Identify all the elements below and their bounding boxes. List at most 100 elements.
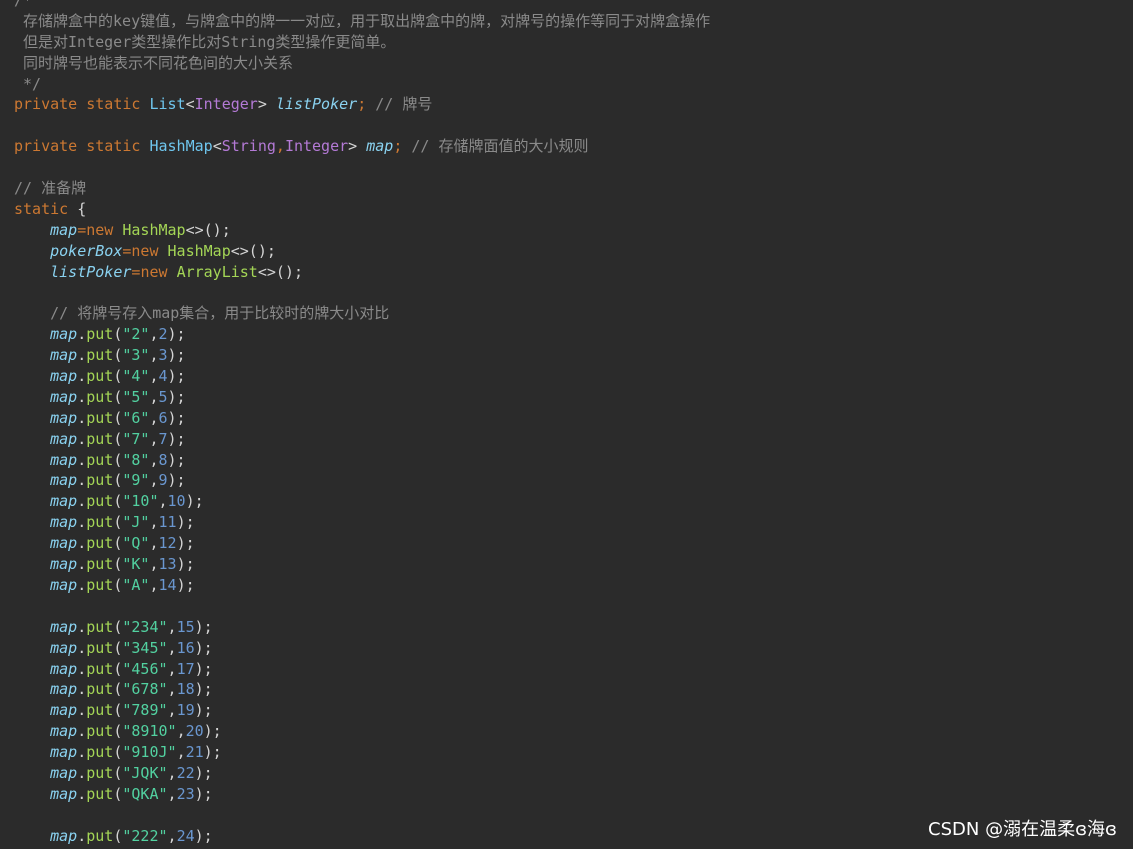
code-line-put: map.put("678",18);	[14, 679, 1133, 700]
string-literal: "910J"	[122, 743, 177, 762]
number-literal: 19	[176, 701, 195, 720]
punctuation: );	[167, 408, 186, 427]
punctuation: .	[77, 743, 87, 762]
generic-type: Integer	[194, 95, 258, 114]
field-name: map	[50, 784, 78, 803]
method-name: put	[86, 555, 114, 574]
code-line-init: listPoker=new ArrayList<>();	[14, 262, 1133, 283]
punctuation: ,	[167, 659, 177, 678]
punctuation: .	[77, 325, 87, 344]
punctuation: ,	[149, 387, 159, 406]
code-line-put: map.put("234",15);	[14, 617, 1133, 638]
number-literal: 22	[176, 763, 195, 782]
punctuation: ,	[176, 743, 186, 762]
keyword: static	[86, 137, 141, 156]
string-literal: "234"	[122, 617, 168, 636]
code-line-put: map.put("345",16);	[14, 638, 1133, 659]
code-line-init: pokerBox=new HashMap<>();	[14, 241, 1133, 262]
generic-type: String	[221, 137, 276, 156]
string-literal: "4"	[122, 367, 150, 386]
code-line-put: map.put("8910",20);	[14, 721, 1133, 742]
punctuation: .	[77, 471, 87, 490]
punctuation: ,	[149, 534, 159, 553]
punctuation: );	[167, 367, 186, 386]
method-name: put	[86, 387, 114, 406]
punctuation: ,	[167, 701, 177, 720]
field-name: map	[50, 680, 78, 699]
code-line-put: map.put("4",4);	[14, 366, 1133, 387]
punctuation: .	[77, 638, 87, 657]
string-literal: "JQK"	[122, 763, 168, 782]
punctuation: );	[194, 701, 213, 720]
string-literal: "8910"	[122, 722, 177, 741]
punctuation: ,	[149, 346, 159, 365]
string-literal: "Q"	[122, 534, 150, 553]
field-name: map	[50, 659, 78, 678]
number-literal: 7	[158, 429, 168, 448]
put-statements-group: map.put("2",2); map.put("3",3); map.put(…	[14, 324, 1133, 596]
punctuation: .	[77, 617, 87, 636]
keyword: new	[140, 262, 168, 281]
code-line-put: map.put("3",3);	[14, 345, 1133, 366]
number-literal: 8	[158, 450, 168, 469]
field-name: map	[50, 743, 78, 762]
method-name: put	[86, 680, 114, 699]
field-name: map	[50, 826, 78, 845]
field-name: map	[50, 638, 78, 657]
number-literal: 20	[185, 722, 204, 741]
field-name: map	[50, 346, 78, 365]
semicolon: ;	[393, 137, 403, 156]
punctuation: >	[348, 137, 358, 156]
method-name: put	[86, 617, 114, 636]
punctuation: );	[176, 555, 195, 574]
punctuation: <>();	[185, 220, 231, 239]
brace: {	[77, 199, 87, 218]
method-name: put	[86, 325, 114, 344]
punctuation: ,	[275, 137, 285, 156]
field-name: map	[50, 325, 78, 344]
code-line-put: map.put("QKA",23);	[14, 784, 1133, 805]
punctuation: ,	[158, 492, 168, 511]
method-name: put	[86, 743, 114, 762]
code-line-put: map.put("910J",21);	[14, 742, 1133, 763]
string-literal: "J"	[122, 513, 150, 532]
code-line-listpoker-decl: private static List<Integer> listPoker; …	[14, 94, 1133, 115]
csdn-watermark: CSDN @溺在温柔ɞ海ɞ	[928, 819, 1117, 840]
punctuation: );	[176, 513, 195, 532]
method-name: put	[86, 659, 114, 678]
punctuation: ,	[149, 367, 159, 386]
punctuation: ,	[176, 722, 186, 741]
punctuation: .	[77, 429, 87, 448]
punctuation: );	[194, 826, 213, 845]
comment-close: */	[14, 74, 42, 93]
field-name: map	[50, 763, 78, 782]
punctuation: ,	[149, 408, 159, 427]
code-editor[interactable]: /* 存储牌盒中的key键值，与牌盒中的牌一一对应，用于取出牌盒中的牌，对牌号的…	[14, 0, 1133, 847]
comment-line: 存储牌盒中的key键值，与牌盒中的牌一一对应，用于取出牌盒中的牌，对牌号的操作等…	[14, 11, 711, 30]
punctuation: .	[77, 722, 87, 741]
punctuation: );	[167, 387, 186, 406]
punctuation: );	[176, 534, 195, 553]
keyword: new	[131, 241, 159, 260]
punctuation: ,	[167, 638, 177, 657]
field-name: map	[50, 492, 78, 511]
punctuation: .	[77, 346, 87, 365]
code-line-put: map.put("Q",12);	[14, 533, 1133, 554]
code-line-put: map.put("789",19);	[14, 700, 1133, 721]
code-line-map-decl: private static HashMap<String,Integer> m…	[14, 136, 1133, 157]
punctuation: .	[77, 450, 87, 469]
punctuation: .	[77, 826, 87, 845]
comment-open: /*	[14, 0, 33, 9]
string-literal: "10"	[122, 492, 159, 511]
method-name: put	[86, 513, 114, 532]
inline-comment: // 牌号	[375, 95, 433, 114]
punctuation: );	[194, 784, 213, 803]
number-literal: 2	[158, 325, 168, 344]
punctuation: <	[185, 95, 195, 114]
string-literal: "K"	[122, 555, 150, 574]
number-literal: 10	[167, 492, 186, 511]
punctuation: <	[212, 137, 222, 156]
line-comment: // 将牌号存入map集合，用于比较时的牌大小对比	[50, 304, 390, 323]
code-line-put: map.put("JQK",22);	[14, 763, 1133, 784]
